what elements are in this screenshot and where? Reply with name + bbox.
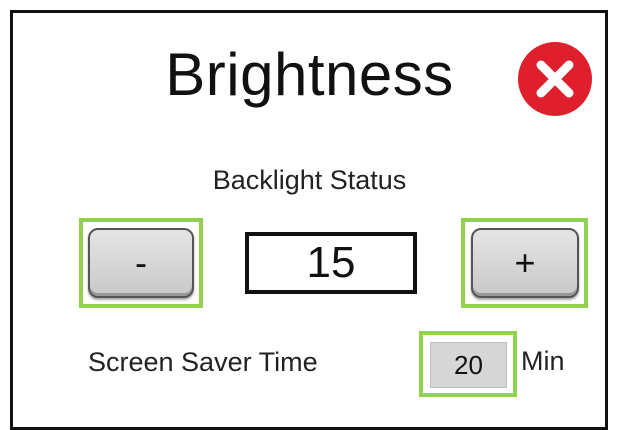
close-icon	[518, 42, 592, 116]
decrease-button[interactable]: -	[88, 228, 194, 298]
backlight-value: 15	[245, 232, 417, 294]
increase-button[interactable]: +	[471, 228, 579, 298]
close-button[interactable]	[516, 40, 594, 118]
screen-saver-label: Screen Saver Time	[88, 347, 318, 377]
screen-saver-unit: Min	[521, 346, 565, 376]
backlight-status-label: Backlight Status	[212, 165, 407, 195]
screen-saver-time-field[interactable]: 20	[430, 342, 507, 388]
